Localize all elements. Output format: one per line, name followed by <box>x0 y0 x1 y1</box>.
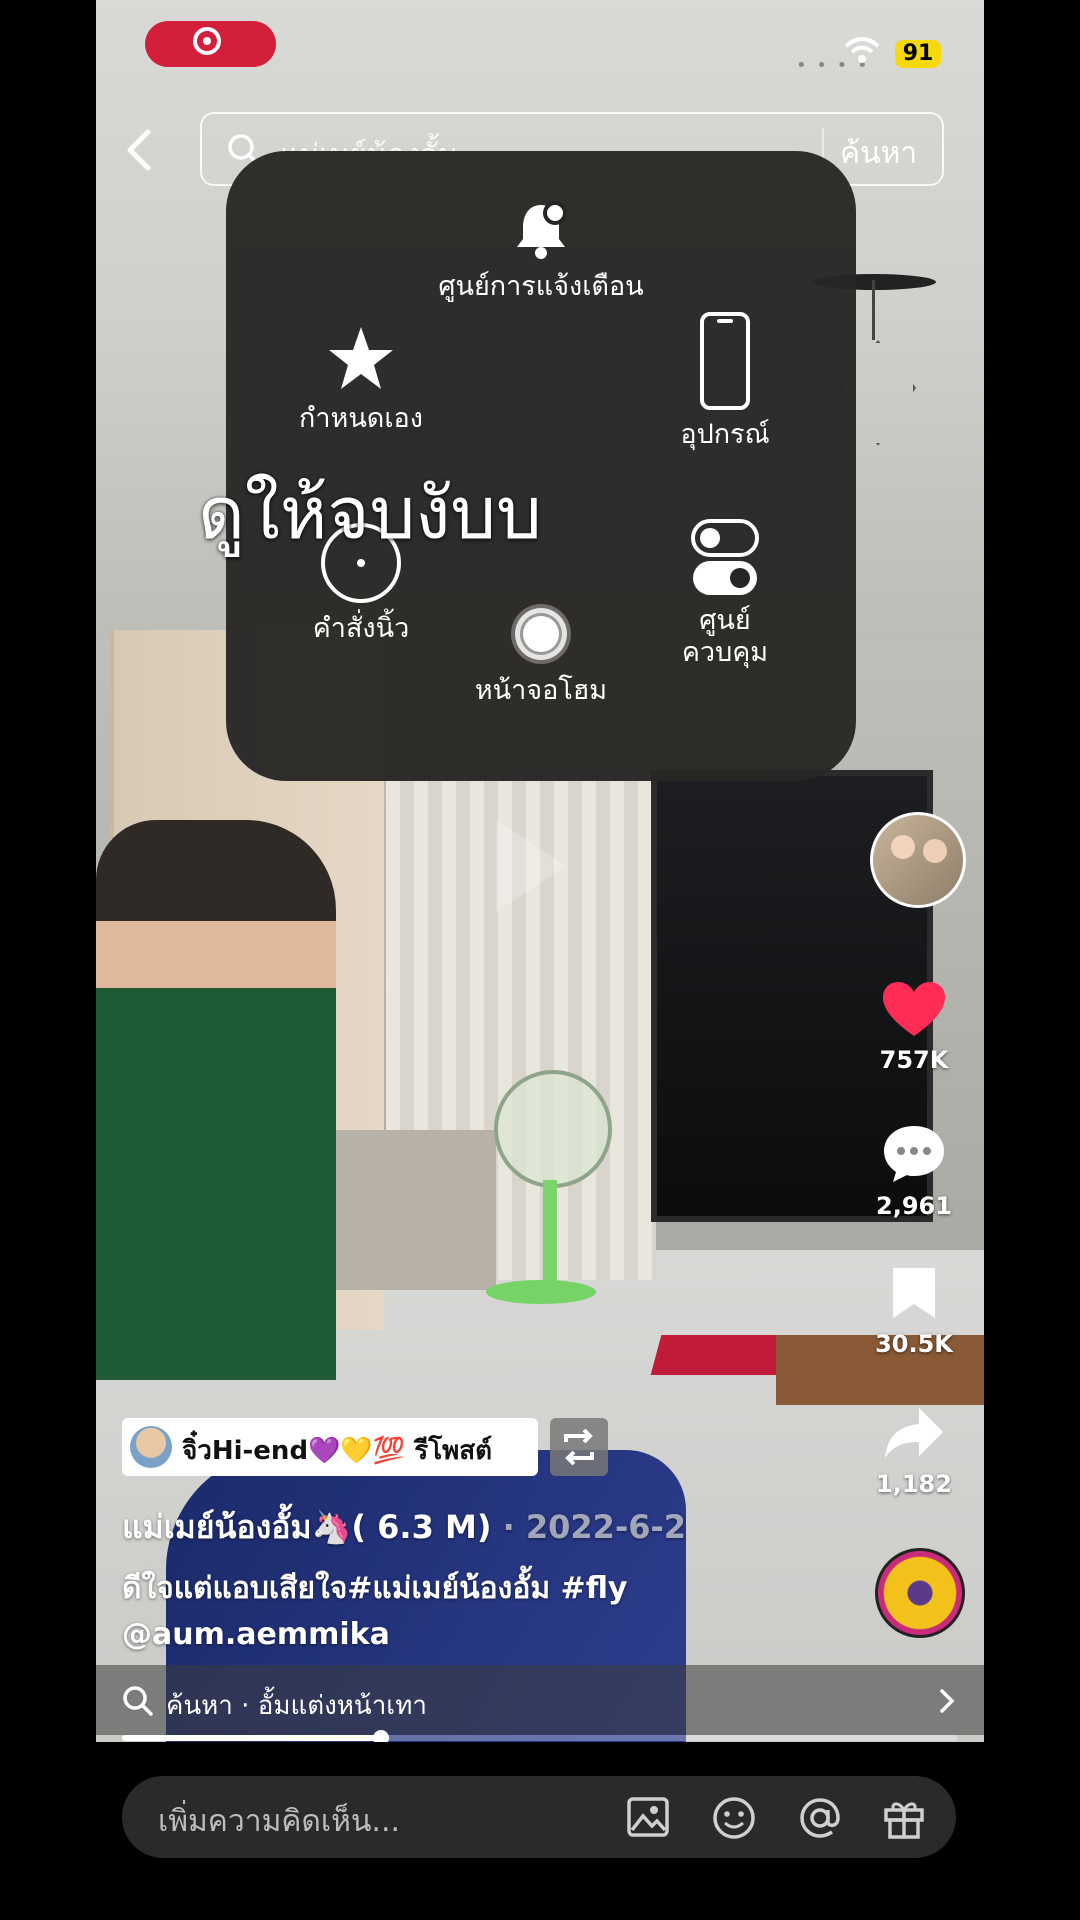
related-search-text: ค้นหา · อั้มแต่งหน้าเทา <box>166 1691 427 1721</box>
repost-label: จิ๋วHi-end💜💛💯 รีโพสต์ <box>182 1436 493 1466</box>
save-count: 30.5K <box>875 1330 953 1358</box>
video-screen[interactable]: • • • • 91 แม่เมย์น้องอั้ม ค้นหา ศูนย์กา… <box>96 0 984 1920</box>
reposter-avatar <box>130 1426 172 1468</box>
heart-icon <box>883 982 945 1036</box>
bookmark-icon <box>893 1268 935 1318</box>
control-center-label: ศูนย์ ควบคุม <box>681 605 769 668</box>
repost-icon <box>564 1428 594 1466</box>
gift-icon[interactable] <box>882 1796 926 1840</box>
chevron-right-icon <box>940 1689 955 1713</box>
phone-device-icon <box>700 312 750 410</box>
star-icon <box>329 327 393 389</box>
home-item[interactable]: หน้าจอโฮม <box>466 601 616 707</box>
child <box>96 820 336 1380</box>
wifi-icon <box>844 37 880 63</box>
notification-center-item[interactable]: ศูนย์การแจ้งเตือน <box>416 199 666 303</box>
image-icon[interactable] <box>626 1796 670 1838</box>
custom-item[interactable]: กำหนดเอง <box>286 323 436 435</box>
creator-avatar[interactable] <box>870 812 966 908</box>
record-icon <box>193 27 221 55</box>
like-count: 757K <box>879 1046 949 1074</box>
share-button[interactable]: 1,182 <box>859 1404 969 1498</box>
sticker-emoji-icon[interactable] <box>712 1796 756 1840</box>
battery-indicator: 91 <box>895 40 941 68</box>
like-button[interactable]: 757K <box>859 980 969 1074</box>
home-label: หน้าจอโฮม <box>474 675 608 706</box>
comment-bar: เพิ่มความคิดเห็น... <box>96 1742 984 1920</box>
device-label: อุปกรณ์ <box>680 419 770 450</box>
repost-chip[interactable]: จิ๋วHi-end💜💛💯 รีโพสต์ <box>122 1418 538 1476</box>
play-icon <box>496 820 566 912</box>
comment-count: 2,961 <box>876 1192 952 1220</box>
mention-link[interactable]: @aum.aemmika <box>122 1612 722 1658</box>
custom-label: กำหนดเอง <box>299 403 423 434</box>
bell-icon <box>517 201 567 259</box>
progress-fill <box>122 1735 382 1741</box>
notification-center-label: ศูนย์การแจ้งเตือน <box>438 271 644 302</box>
toggle-switches-icon <box>691 519 759 595</box>
home-button-icon <box>511 604 571 664</box>
control-center-item[interactable]: ศูนย์ ควบคุม <box>650 519 800 669</box>
gestures-label: คำสั่งนิ้ว <box>312 613 410 644</box>
video-progress-bar[interactable] <box>122 1730 958 1746</box>
device-item[interactable]: อุปกรณ์ <box>650 311 800 451</box>
repost-button[interactable] <box>550 1418 608 1476</box>
video-description: ดีใจแต่แอบเสียใจ#แม่เมย์น้องอั้ม #fly @a… <box>122 1566 722 1658</box>
video-text-overlay: ดูให้จบงับบ <box>198 471 542 555</box>
share-arrow-icon <box>885 1408 943 1458</box>
author-name[interactable]: แม่เมย์น้องอั้ม🦄( 6.3 M) <box>122 1508 491 1546</box>
share-count: 1,182 <box>876 1470 952 1498</box>
fan <box>494 1070 612 1188</box>
related-search-bar[interactable]: ค้นหา · อั้มแต่งหน้าเทา <box>96 1665 984 1735</box>
music-disc[interactable] <box>875 1548 965 1638</box>
search-icon <box>123 1686 153 1716</box>
screen-recording-indicator[interactable] <box>145 21 276 67</box>
comment-bubble-icon <box>884 1126 944 1182</box>
comment-placeholder: เพิ่มความคิดเห็น... <box>158 1804 401 1839</box>
save-button[interactable]: 30.5K <box>859 1264 969 1358</box>
post-date: · 2022-6-2 <box>491 1508 687 1546</box>
comment-input[interactable]: เพิ่มความคิดเห็น... <box>122 1776 956 1858</box>
comment-button[interactable]: 2,961 <box>859 1122 969 1220</box>
author-line[interactable]: แม่เมย์น้องอั้ม🦄( 6.3 M) · 2022-6-2 <box>122 1502 686 1553</box>
back-button[interactable] <box>120 128 160 172</box>
mention-at-icon[interactable] <box>798 1796 842 1840</box>
search-button[interactable]: ค้นหา <box>840 130 917 177</box>
description-text[interactable]: ดีใจแต่แอบเสียใจ#แม่เมย์น้องอั้ม #fly <box>122 1566 722 1612</box>
